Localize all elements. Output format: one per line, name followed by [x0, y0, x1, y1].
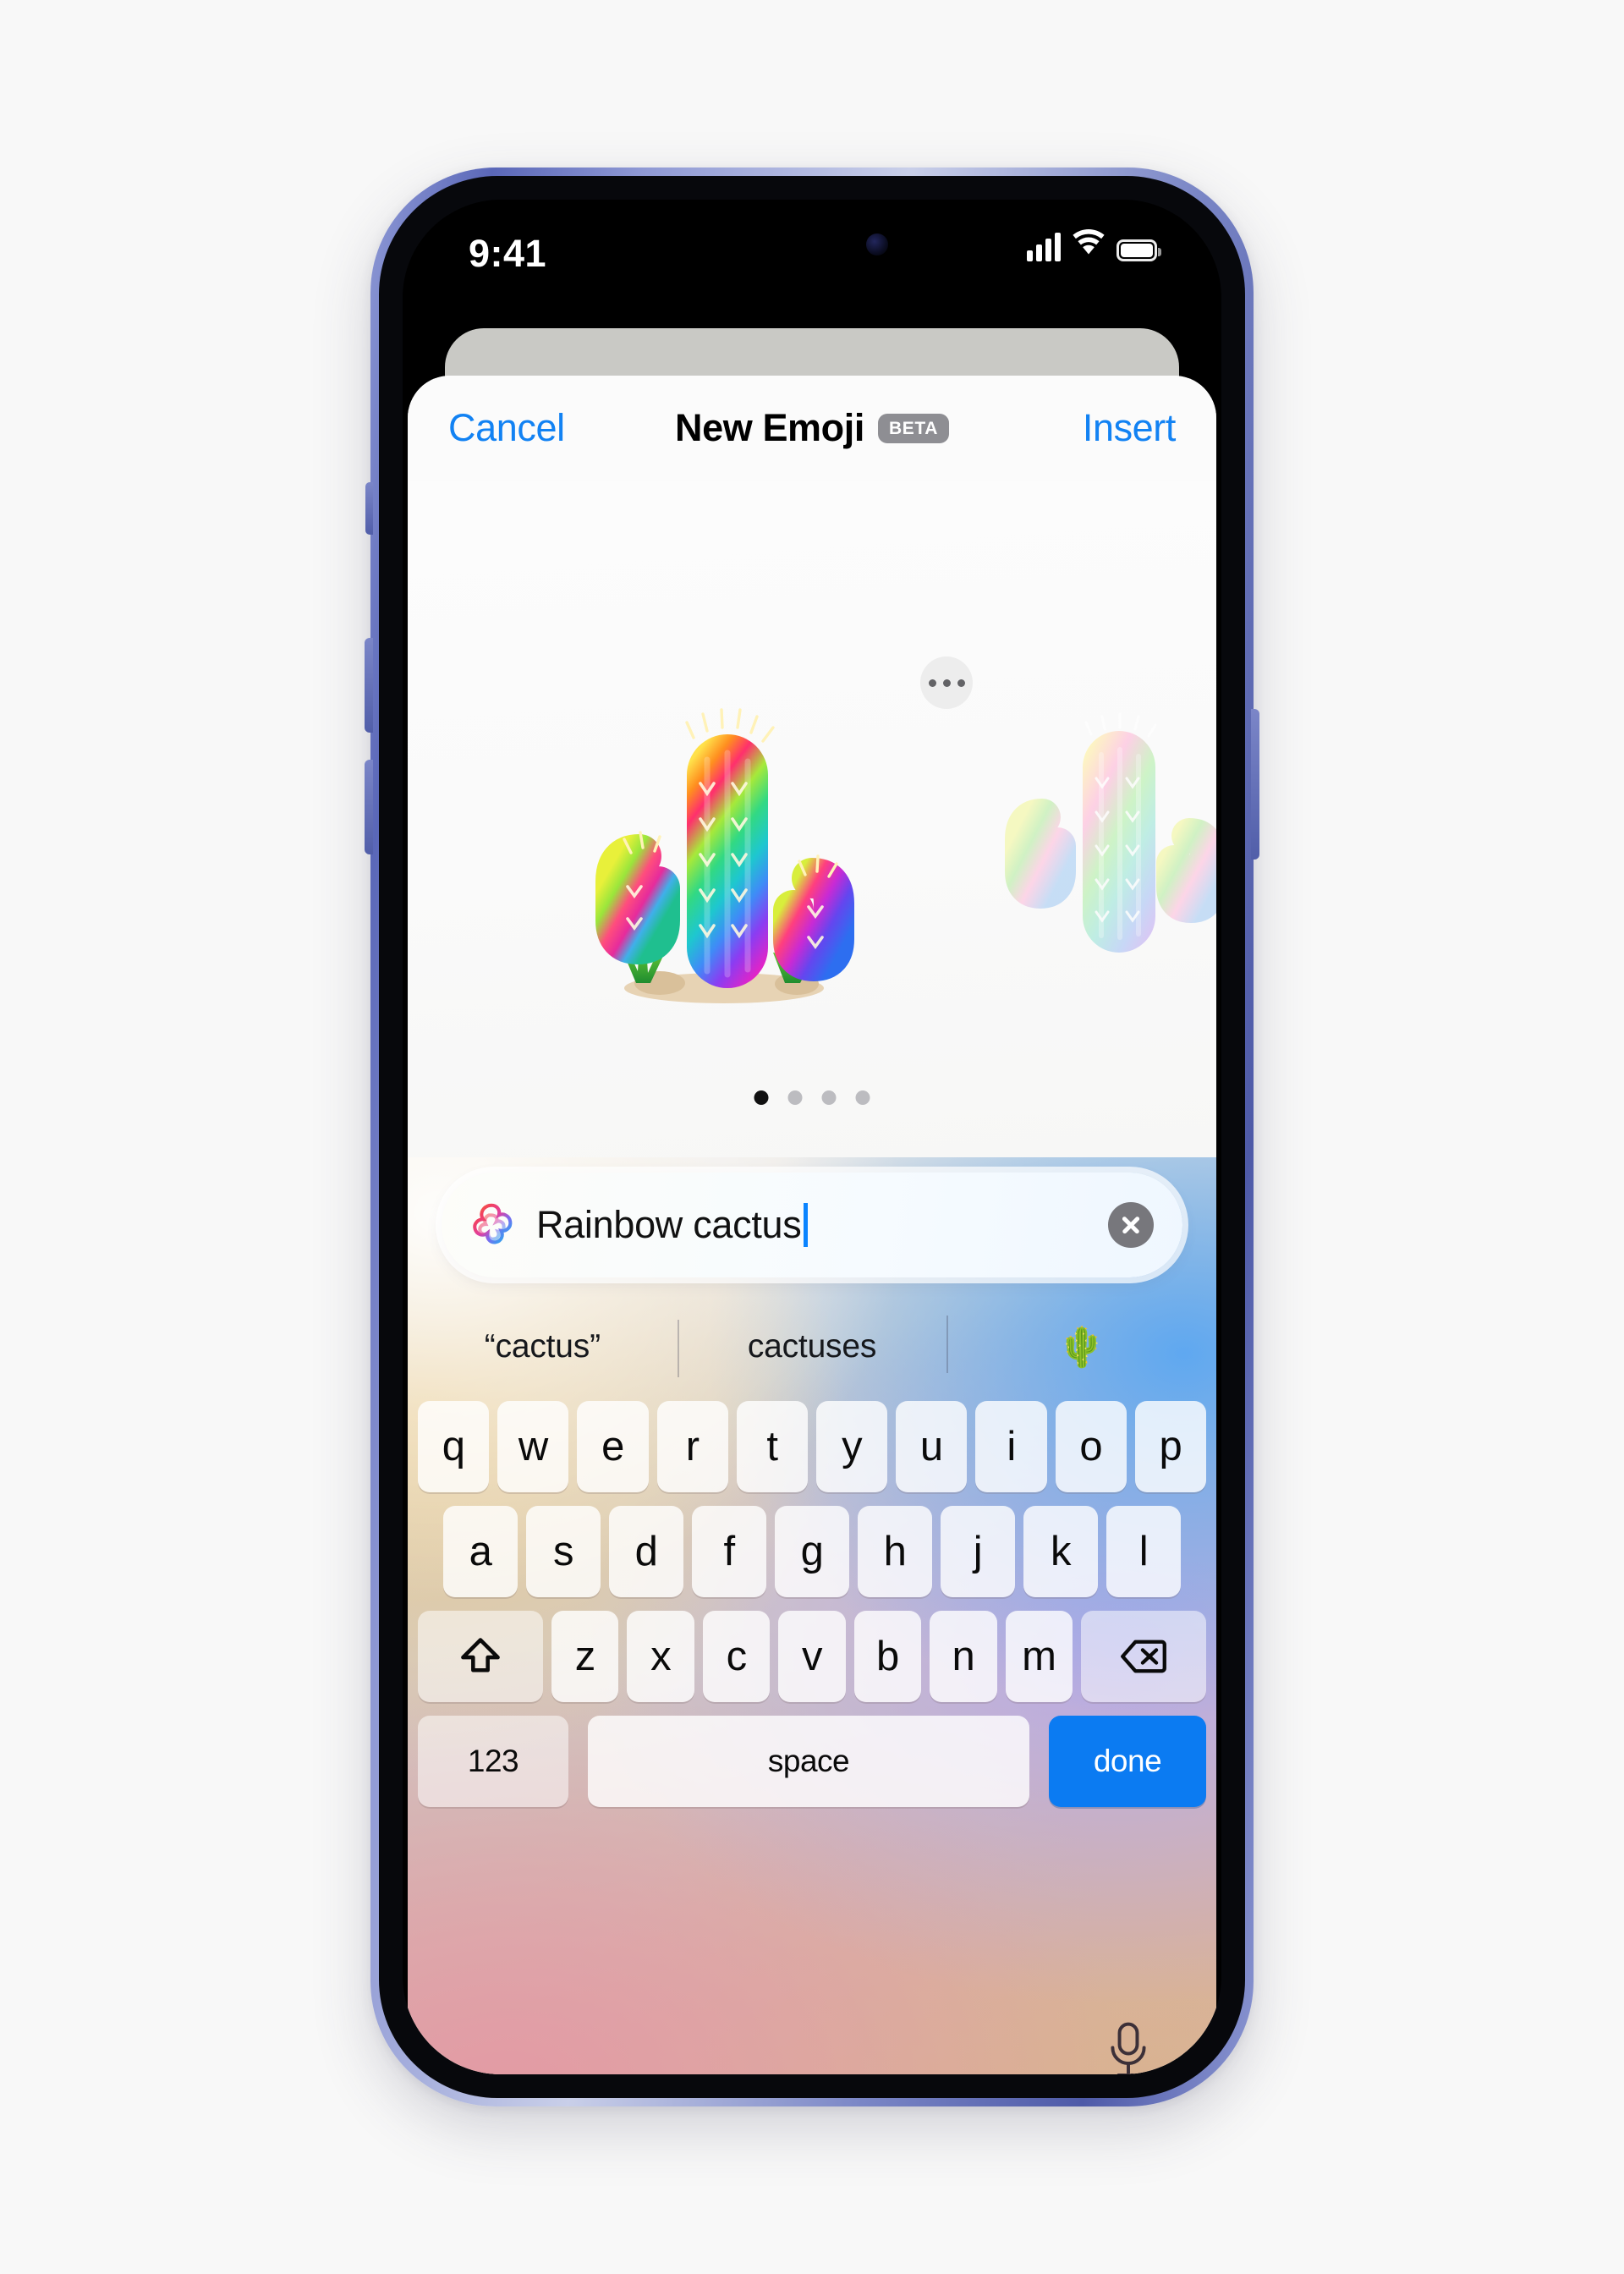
- device-screen: 9:41 Cancel New Emoji BETA Insert Rainbo…: [403, 200, 1221, 2074]
- space-key[interactable]: space: [588, 1716, 1029, 1807]
- numbers-key[interactable]: 123: [418, 1716, 568, 1807]
- emoji-preview-canvas: [408, 481, 1216, 1157]
- key-e[interactable]: e: [577, 1401, 649, 1492]
- key-a[interactable]: a: [443, 1506, 518, 1597]
- key-s[interactable]: s: [526, 1506, 601, 1597]
- microphone-icon[interactable]: [1105, 2020, 1152, 2074]
- ellipsis-dot: [957, 678, 965, 687]
- backspace-icon[interactable]: [1080, 1611, 1206, 1702]
- key-o[interactable]: o: [1055, 1401, 1127, 1492]
- keyboard-area: Rainbow cactus “cactus” cactuses 🌵 q w e…: [408, 1157, 1216, 2074]
- volume-up-button[interactable]: [365, 638, 373, 733]
- page-dot-3[interactable]: [821, 1090, 837, 1105]
- silent-switch[interactable]: [365, 482, 373, 535]
- prompt-row: Rainbow cactus: [442, 1173, 1182, 1277]
- prediction-item-3[interactable]: 🌵: [946, 1315, 1216, 1373]
- key-k[interactable]: k: [1023, 1506, 1098, 1597]
- key-w[interactable]: w: [497, 1401, 569, 1492]
- emoji-description-field[interactable]: Rainbow cactus: [442, 1173, 1182, 1277]
- prediction-item-1[interactable]: “cactus”: [408, 1328, 678, 1365]
- key-q[interactable]: q: [417, 1401, 490, 1492]
- prompt-value: Rainbow cactus: [536, 1203, 802, 1246]
- dynamic-island: [697, 211, 927, 277]
- done-key[interactable]: done: [1049, 1716, 1206, 1807]
- battery-icon: [1116, 239, 1161, 261]
- key-v[interactable]: v: [778, 1611, 846, 1702]
- battery-level-fill: [1121, 244, 1153, 257]
- beta-badge: BETA: [877, 413, 949, 443]
- ellipsis-icon[interactable]: [920, 656, 973, 709]
- key-z[interactable]: z: [551, 1611, 619, 1702]
- prompt-text-wrapper: Rainbow cactus: [536, 1203, 1108, 1247]
- page-dot-2[interactable]: [787, 1090, 803, 1105]
- key-l[interactable]: l: [1106, 1506, 1181, 1597]
- front-camera-lens: [866, 233, 888, 255]
- key-j[interactable]: j: [941, 1506, 1015, 1597]
- carousel-page-dots[interactable]: [754, 1090, 870, 1105]
- key-h[interactable]: h: [858, 1506, 932, 1597]
- status-clock: 9:41: [469, 232, 547, 275]
- keyboard-row-1: q w e r t y u i o p: [408, 1401, 1216, 1492]
- key-c[interactable]: c: [702, 1611, 771, 1702]
- key-u[interactable]: u: [896, 1401, 968, 1492]
- status-indicators: [1027, 228, 1161, 261]
- key-b[interactable]: b: [853, 1611, 922, 1702]
- cancel-button[interactable]: Cancel: [448, 406, 565, 450]
- shift-arrow-icon[interactable]: [418, 1611, 544, 1702]
- apple-intelligence-icon: [473, 1203, 513, 1244]
- sheet-navigation-bar: Cancel New Emoji BETA Insert: [408, 376, 1216, 481]
- keyboard-row-2: a s d f g h j k l: [408, 1506, 1216, 1597]
- keyboard-row-3: z x c v b n m: [408, 1611, 1216, 1702]
- ellipsis-dot: [928, 678, 936, 687]
- page-dot-4[interactable]: [855, 1090, 870, 1105]
- on-screen-keyboard: q w e r t y u i o p a s d f g h j k l z …: [408, 1401, 1216, 1821]
- volume-down-button[interactable]: [365, 760, 373, 854]
- key-d[interactable]: d: [609, 1506, 683, 1597]
- side-power-button[interactable]: [1251, 709, 1259, 860]
- keyboard-row-4: 123 space done: [408, 1716, 1216, 1807]
- page-title: New Emoji: [675, 406, 864, 449]
- status-bar: 9:41: [403, 200, 1221, 311]
- key-x[interactable]: x: [627, 1611, 694, 1702]
- key-r[interactable]: r: [656, 1401, 728, 1492]
- key-g[interactable]: g: [775, 1506, 849, 1597]
- clear-circle-icon[interactable]: [1108, 1202, 1154, 1248]
- text-caret: [804, 1203, 809, 1247]
- device-bezel: 9:41 Cancel New Emoji BETA Insert Rainbo…: [379, 176, 1245, 2098]
- key-m[interactable]: m: [1005, 1611, 1073, 1702]
- key-n[interactable]: n: [930, 1611, 997, 1702]
- rainbow-cactus-emoji[interactable]: [558, 660, 897, 1015]
- predictive-suggestion-bar: “cactus” cactuses 🌵: [408, 1303, 1216, 1391]
- key-p[interactable]: p: [1134, 1401, 1207, 1492]
- key-t[interactable]: t: [736, 1401, 808, 1492]
- cellular-bars-icon: [1027, 233, 1061, 261]
- key-y[interactable]: y: [816, 1401, 888, 1492]
- key-i[interactable]: i: [975, 1401, 1047, 1492]
- screenshot-stage: 9:41 Cancel New Emoji BETA Insert Rainbo…: [0, 0, 1624, 2274]
- prediction-item-2[interactable]: cactuses: [677, 1320, 947, 1377]
- page-dot-1[interactable]: [754, 1090, 769, 1105]
- ellipsis-dot: [942, 678, 951, 687]
- pastel-rainbow-cactus-emoji[interactable]: [991, 694, 1216, 964]
- wifi-icon: [1071, 228, 1106, 261]
- insert-button[interactable]: Insert: [1083, 406, 1177, 450]
- iphone-device-frame: 9:41 Cancel New Emoji BETA Insert Rainbo…: [365, 168, 1259, 2106]
- keyboard-bottom-bar: [408, 2012, 1216, 2074]
- new-emoji-sheet: Cancel New Emoji BETA Insert Rainbow cac…: [408, 376, 1216, 2074]
- key-f[interactable]: f: [692, 1506, 766, 1597]
- sheet-title-group: New Emoji BETA: [675, 406, 949, 450]
